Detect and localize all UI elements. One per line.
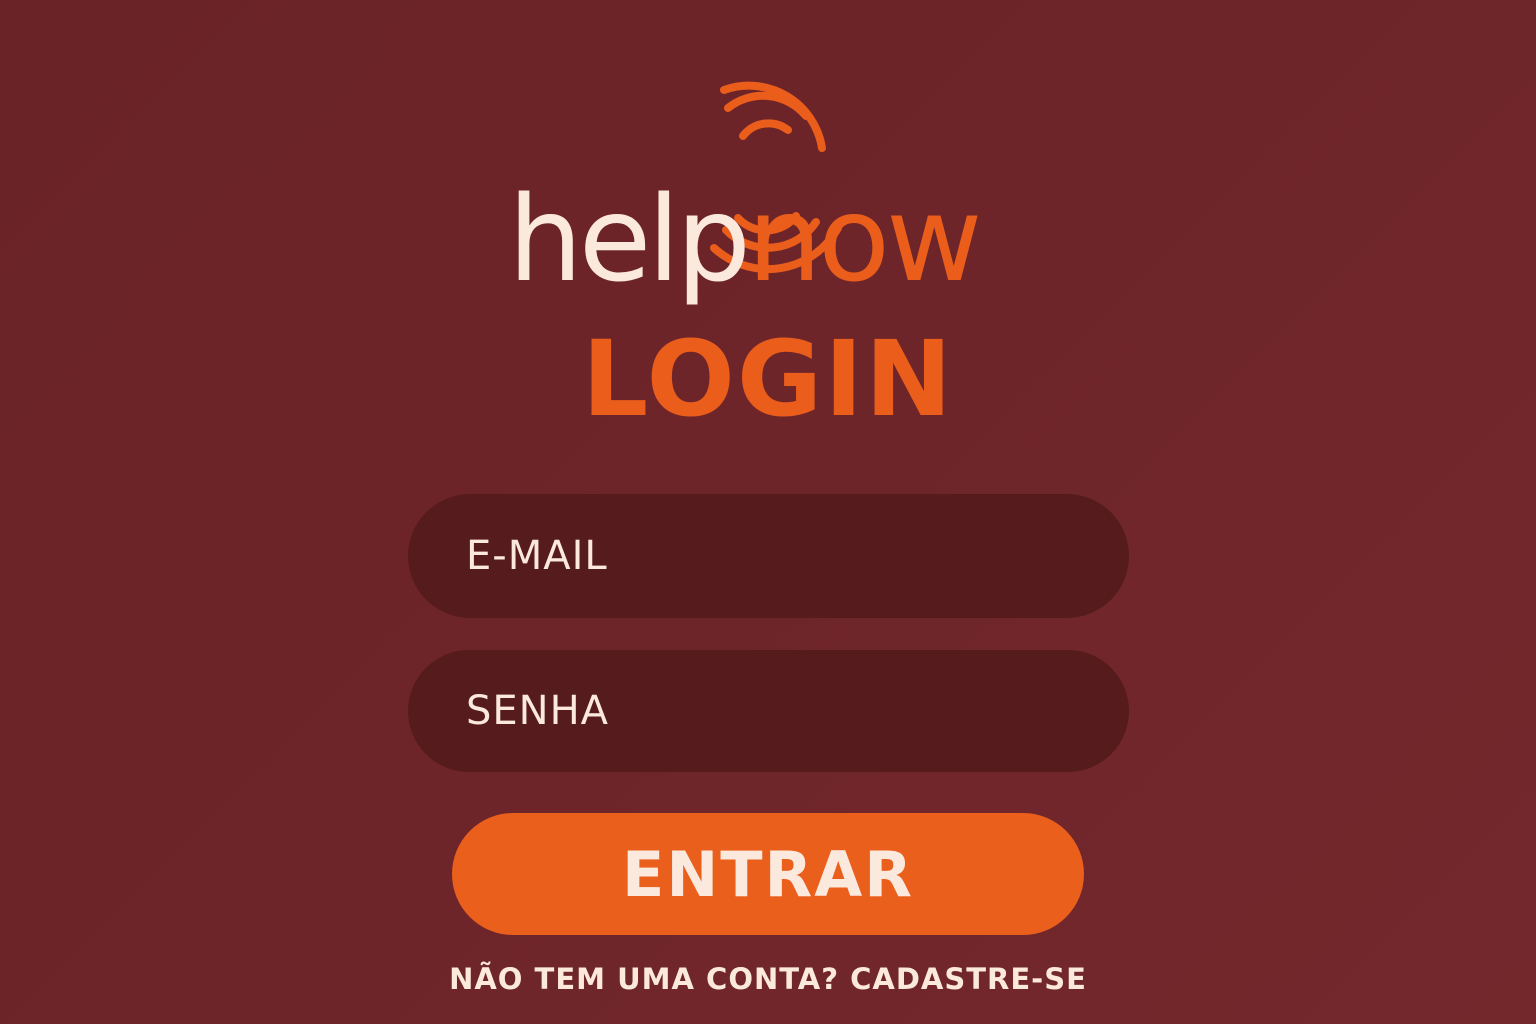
email-field[interactable] xyxy=(408,494,1129,618)
page-title: LOGIN xyxy=(581,318,955,440)
submit-button[interactable]: ENTRAR xyxy=(452,813,1084,935)
email-field-container xyxy=(408,494,1129,618)
helpnow-logo: helpnow xyxy=(500,78,1040,298)
password-field-container xyxy=(408,650,1129,772)
logo-text-now: now xyxy=(747,170,982,308)
signup-link[interactable]: NÃO TEM UMA CONTA? CADASTRE-SE xyxy=(0,962,1536,997)
logo-text-help: help xyxy=(508,170,751,308)
logo-wordmark: helpnow xyxy=(508,180,983,298)
password-field[interactable] xyxy=(408,650,1129,772)
